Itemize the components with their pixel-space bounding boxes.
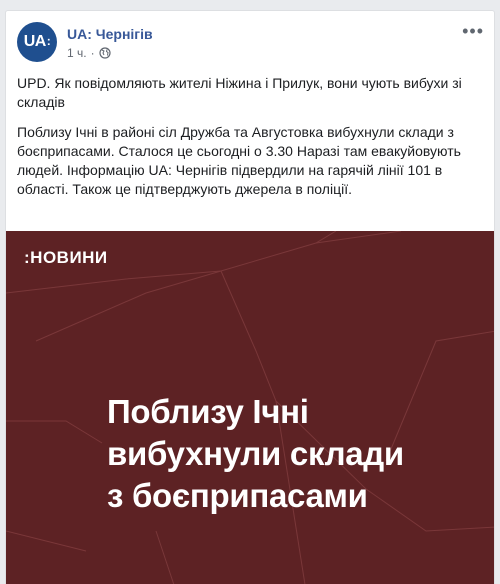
post-timestamp[interactable]: 1 ч. (67, 46, 87, 60)
image-headline: Поблизу Ічні вибухнули склади з боєприпа… (107, 391, 404, 517)
headline-line: з боєприпасами (107, 477, 368, 514)
post-paragraph-update: UPD. Як повідомляють жителі Ніжина і При… (17, 75, 462, 110)
page-avatar[interactable]: UA: (17, 22, 57, 62)
post-paragraph-body: Поблизу Ічні в районі сіл Дружба та Авгу… (17, 124, 461, 197)
post-card: UA: UA: Чернігів 1 ч. · ••• UPD. Як пові… (5, 10, 495, 584)
globe-icon (98, 47, 111, 59)
post-meta: 1 ч. · (67, 46, 111, 60)
post-header: UA: UA: Чернігів 1 ч. · ••• (17, 22, 484, 66)
more-options-icon[interactable]: ••• (462, 22, 484, 40)
post-text: UPD. Як повідомляють жителі Ніжина і При… (17, 74, 485, 210)
avatar-label: UA (23, 33, 47, 50)
headline-line: Поблизу Ічні (107, 393, 309, 430)
meta-separator: · (90, 46, 95, 60)
headline-line: вибухнули склади (107, 435, 404, 472)
page-name-link[interactable]: UA: Чернігів (67, 26, 153, 42)
news-brand-label: :НОВИНИ (24, 248, 108, 267)
post-image[interactable]: :НОВИНИ Поблизу Ічні вибухнули склади з … (6, 231, 494, 584)
